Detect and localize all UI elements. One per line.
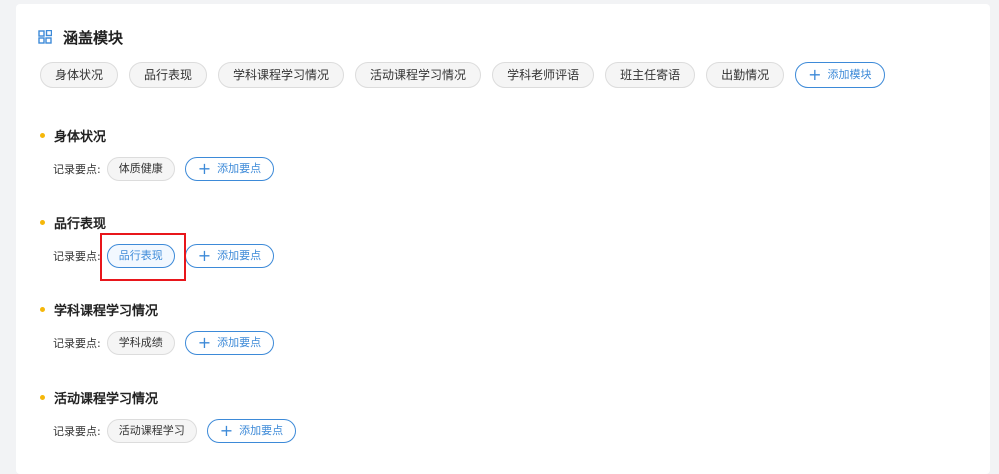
add-point-label: 添加要点 [239,424,284,437]
point-tag[interactable]: 活动课程学习 [106,419,197,443]
record-points-row: 记录要点: 学科成绩 + 添加要点 [53,331,275,355]
section-title: 活动课程学习情况 [54,391,159,407]
record-points-label: 记录要点: [53,425,101,438]
section-title: 品行表现 [54,216,107,232]
module-tag[interactable]: 出勤情况 [706,62,785,88]
plus-icon: + [808,65,822,84]
section-activity-study: 活动课程学习情况 记录要点: 活动课程学习 + 添加要点 [38,387,297,443]
module-config-card: 涵盖模块 身体状况 品行表现 学科课程学习情况 活动课程学习情况 学科老师评语 … [16,4,990,474]
section-title: 学科课程学习情况 [54,303,159,319]
module-grid-icon [38,30,52,44]
add-module-label: 添加模块 [827,68,872,81]
section-title: 身体状况 [54,129,107,145]
bullet-dot-icon [40,306,45,312]
add-point-label: 添加要点 [217,336,262,349]
module-tag[interactable]: 身体状况 [40,62,119,88]
bullet-dot-icon [40,394,45,400]
section-header: 涵盖模块 [38,26,123,48]
module-tag[interactable]: 学科课程学习情况 [218,62,345,88]
record-points-label: 记录要点: [53,250,101,263]
plus-icon: + [197,159,212,178]
module-tag[interactable]: 学科老师评语 [492,62,595,88]
module-tag-list: 身体状况 品行表现 学科课程学习情况 活动课程学习情况 学科老师评语 班主任寄语… [40,62,885,88]
section-body-condition: 身体状况 记录要点: 体质健康 + 添加要点 [38,125,275,181]
point-tag[interactable]: 学科成绩 [106,331,175,355]
section-conduct: 品行表现 记录要点: 品行表现 + 添加要点 [38,212,275,268]
add-point-label: 添加要点 [217,162,262,175]
add-module-button[interactable]: + 添加模块 [795,62,885,88]
add-point-button[interactable]: + 添加要点 [184,244,275,268]
module-tag[interactable]: 活动课程学习情况 [355,62,482,88]
module-tag[interactable]: 品行表现 [129,62,208,88]
add-point-label: 添加要点 [217,249,262,262]
plus-icon: + [197,333,212,352]
plus-icon: + [197,246,212,265]
add-point-button[interactable]: + 添加要点 [184,157,275,181]
add-point-button[interactable]: + 添加要点 [206,419,297,443]
record-points-row: 记录要点: 活动课程学习 + 添加要点 [53,419,297,443]
point-tag-selected[interactable]: 品行表现 [106,244,175,268]
module-tag[interactable]: 班主任寄语 [605,62,696,88]
section-subject-study: 学科课程学习情况 记录要点: 学科成绩 + 添加要点 [38,299,275,355]
add-point-button[interactable]: + 添加要点 [184,331,275,355]
page-title: 涵盖模块 [63,28,124,47]
bullet-dot-icon [40,132,45,138]
plus-icon: + [219,421,234,440]
record-points-label: 记录要点: [53,163,101,176]
record-points-row: 记录要点: 体质健康 + 添加要点 [53,157,275,181]
point-tag[interactable]: 体质健康 [106,157,175,181]
record-points-row: 记录要点: 品行表现 + 添加要点 [53,244,275,268]
record-points-label: 记录要点: [53,337,101,350]
bullet-dot-icon [40,219,45,225]
